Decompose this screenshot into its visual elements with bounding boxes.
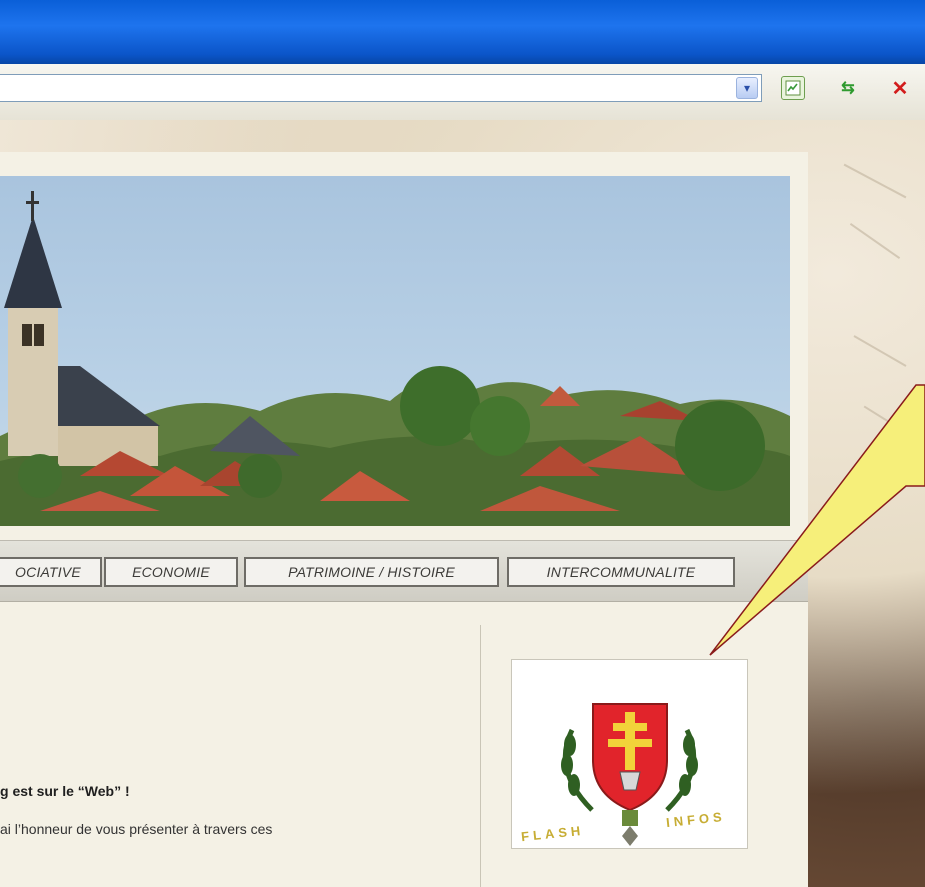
nav-tab-economie[interactable]: ECONOMIE (104, 557, 238, 587)
book-text-line (853, 335, 907, 367)
nav-tab-associative[interactable]: OCIATIVE (0, 557, 102, 587)
address-toolbar: ▾ ⇆ ✕ (0, 64, 925, 121)
village-banner-image (0, 176, 790, 526)
nav-tab-patrimoine-histoire[interactable]: PATRIMOINE / HISTOIRE (244, 557, 499, 587)
chevron-down-icon: ▾ (743, 81, 751, 95)
address-dropdown-button[interactable]: ▾ (736, 77, 758, 99)
go-button[interactable] (781, 76, 805, 100)
nav-tab-label: INTERCOMMUNALITE (546, 564, 696, 580)
welcome-headline: g est sur le “Web” ! (0, 783, 130, 799)
book-text-line (863, 405, 912, 437)
refresh-icon: ⇆ (841, 80, 855, 97)
nav-tab-label: OCIATIVE (15, 564, 81, 580)
address-input[interactable] (0, 74, 762, 102)
nav-tab-label: ECONOMIE (132, 564, 210, 580)
refresh-button[interactable]: ⇆ (836, 76, 860, 100)
nav-tab-intercommunalite[interactable]: INTERCOMMUNALITE (507, 557, 735, 587)
welcome-text: ai l’honneur de vous présenter à travers… (0, 821, 273, 837)
stop-button[interactable]: ✕ (888, 76, 912, 100)
book-text-line (843, 163, 907, 199)
close-icon: ✕ (891, 77, 909, 100)
page-go-icon (785, 80, 801, 96)
column-divider (480, 625, 481, 887)
village-photo (0, 191, 790, 526)
book-text-line (849, 222, 901, 260)
nav-tab-label: PATRIMOINE / HISTOIRE (288, 564, 455, 580)
main-navigation: OCIATIVE ECONOMIE PATRIMOINE / HISTOIRE … (0, 540, 808, 602)
window-title-bar (0, 0, 925, 64)
